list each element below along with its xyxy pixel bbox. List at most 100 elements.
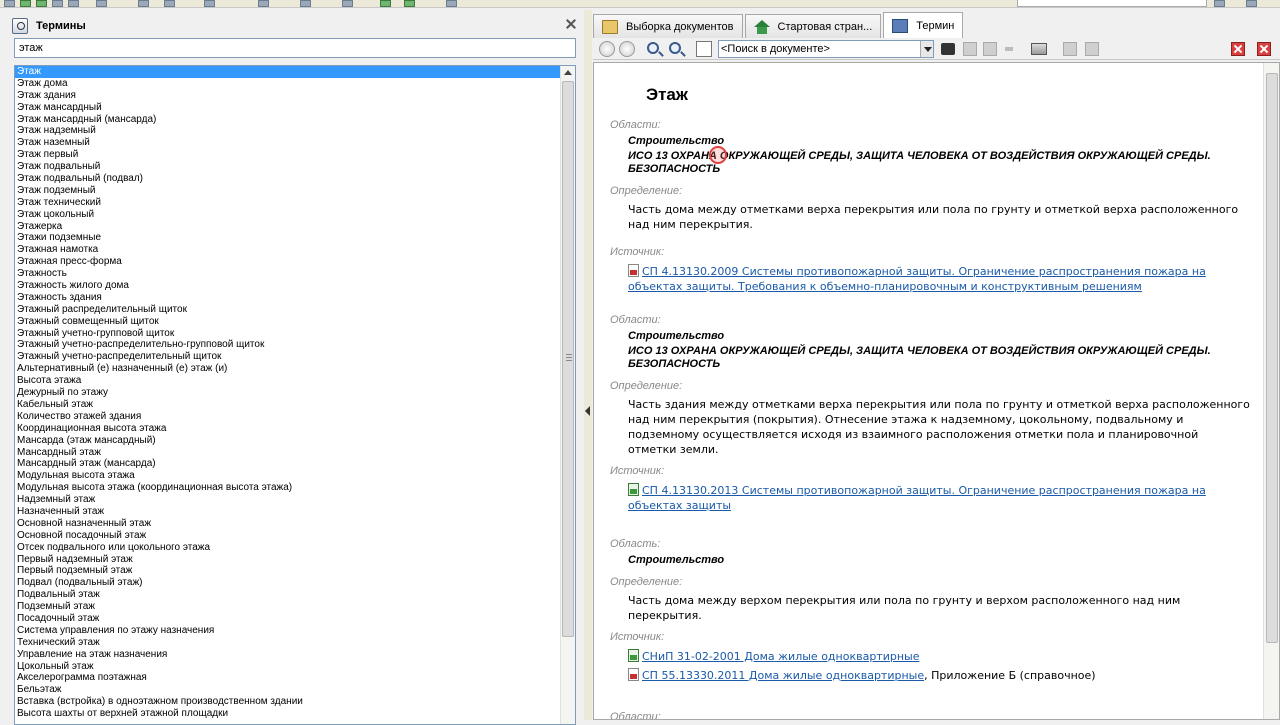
panel-splitter[interactable]	[584, 10, 592, 720]
term-list-item[interactable]: Этажность	[15, 268, 561, 280]
term-list-item[interactable]: Высота шахты от верхней этажной площадки	[15, 708, 561, 720]
toolbar-button[interactable]	[138, 0, 149, 7]
term-list-item[interactable]: Этаж наземный	[15, 137, 561, 149]
term-list-item[interactable]: Этаж здания	[15, 90, 561, 102]
source-link[interactable]: СНиП 31-02-2001 Дома жилые одноквартирны…	[642, 650, 919, 663]
term-list-item[interactable]: Система управления по этажу назначения	[15, 625, 561, 637]
term-list-item[interactable]: Этаж	[15, 66, 561, 78]
term-list-item[interactable]: Отсек подвального или цокольного этажа	[15, 542, 561, 554]
source-link[interactable]: СП 55.13330.2011 Дома жилые одноквартирн…	[642, 669, 924, 682]
term-list-item[interactable]: Бельэтаж	[15, 684, 561, 696]
close-document-icon[interactable]	[1231, 42, 1245, 56]
term-list-scrollbar[interactable]	[560, 66, 575, 724]
toolbar-button[interactable]	[342, 0, 353, 7]
term-list-item[interactable]: Модульная высота этажа (координационная …	[15, 482, 561, 494]
back-icon[interactable]	[599, 41, 615, 57]
binoculars-icon[interactable]	[941, 43, 955, 55]
toolbar-button[interactable]	[380, 0, 391, 7]
scroll-up-icon[interactable]	[564, 70, 572, 75]
term-list[interactable]: Этаж Этаж дома Этаж здания Этаж мансардный Э…	[14, 65, 576, 725]
term-list-item[interactable]: Этаж надземный	[15, 125, 561, 137]
toolbar-button[interactable]	[204, 0, 215, 7]
term-list-item[interactable]: Этаж подземный	[15, 185, 561, 197]
term-list-item[interactable]: Первый подземный этаж	[15, 565, 561, 577]
term-list-item[interactable]: Мансарда (этаж мансардный)	[15, 435, 561, 447]
tab-start-page[interactable]: Стартовая стран...	[744, 14, 882, 38]
term-list-item[interactable]: Этаж подвальный (подвал)	[15, 173, 561, 185]
term-list-item[interactable]: Этаж подвальный	[15, 161, 561, 173]
term-list-item[interactable]: Этажерка	[15, 221, 561, 233]
term-list-item[interactable]: Первый надземный этаж	[15, 554, 561, 566]
forward-icon[interactable]	[619, 41, 635, 57]
scroll-thumb[interactable]	[1266, 73, 1278, 643]
format-icon[interactable]	[1085, 42, 1099, 56]
term-list-item[interactable]: Высота этажа	[15, 375, 561, 387]
toolbar-button[interactable]	[1214, 0, 1225, 7]
term-list-item[interactable]: Этаж мансардный	[15, 102, 561, 114]
term-list-item[interactable]: Этажи подземные	[15, 232, 561, 244]
toolbar-button[interactable]	[36, 0, 47, 7]
toolbar-button[interactable]	[4, 0, 15, 7]
term-list-item[interactable]: Этаж цокольный	[15, 209, 561, 221]
term-list-item[interactable]: Этажная намотка	[15, 244, 561, 256]
tab-term[interactable]: Термин	[883, 12, 964, 38]
term-list-item[interactable]: Мансардный этаж (мансарда)	[15, 458, 561, 470]
term-list-item[interactable]: Этажный распределительный щиток	[15, 304, 561, 316]
term-list-item[interactable]: Этажный совмещенный щиток	[15, 316, 561, 328]
toolbar-button[interactable]	[96, 0, 107, 7]
term-list-item[interactable]: Этаж мансардный (мансарда)	[15, 114, 561, 126]
term-list-item[interactable]: Координационная высота этажа	[15, 423, 561, 435]
source-link[interactable]: СП 4.13130.2009 Системы противопожарной …	[628, 265, 1206, 293]
close-all-icon[interactable]	[1257, 42, 1271, 56]
term-list-item[interactable]: Управление на этаж назначения	[15, 649, 561, 661]
toolbar-button[interactable]	[52, 0, 63, 7]
toolbar-button[interactable]	[258, 0, 269, 7]
term-list-item[interactable]: Посадочный этаж	[15, 613, 561, 625]
term-list-item[interactable]: Акселерограмма поэтажная	[15, 672, 561, 684]
find-next-icon[interactable]	[983, 42, 997, 56]
term-list-item[interactable]: Альтернативный (е) назначенный (е) этаж …	[15, 363, 561, 375]
zoom-in-icon[interactable]	[647, 42, 659, 54]
source-link[interactable]: СП 4.13130.2013 Системы противопожарной …	[628, 484, 1206, 512]
term-list-item[interactable]: Этаж технический	[15, 197, 561, 209]
term-list-item[interactable]: Вставка (встройка) в одноэтажном произво…	[15, 696, 561, 708]
toolbar-button[interactable]	[1246, 0, 1257, 7]
chevron-down-icon[interactable]	[920, 41, 933, 57]
toolbar-button[interactable]	[404, 0, 415, 7]
page-icon[interactable]	[696, 41, 712, 57]
toolbar-button[interactable]	[20, 0, 31, 7]
term-list-item[interactable]: Подвальный этаж	[15, 589, 561, 601]
term-list-item[interactable]: Этажность жилого дома	[15, 280, 561, 292]
term-list-item[interactable]: Технический этаж	[15, 637, 561, 649]
close-icon[interactable]	[566, 19, 576, 29]
document-view[interactable]: Этаж Области: Строительство ИСО 13 ОХРАН…	[593, 62, 1280, 720]
term-list-item[interactable]: Этаж первый	[15, 149, 561, 161]
term-list-item[interactable]: Мансардный этаж	[15, 447, 561, 459]
term-list-item[interactable]: Основной посадочный этаж	[15, 530, 561, 542]
tab-document-selection[interactable]: Выборка документов	[593, 14, 743, 38]
collapse-arrow-icon[interactable]	[585, 406, 590, 416]
term-list-item[interactable]: Этажная пресс-форма	[15, 256, 561, 268]
term-list-item[interactable]: Кабельный этаж	[15, 399, 561, 411]
toolbar-button[interactable]	[68, 0, 79, 7]
term-list-item[interactable]: Модульная высота этажа	[15, 470, 561, 482]
term-list-item[interactable]: Количество этажей здания	[15, 411, 561, 423]
document-search-input[interactable]	[718, 40, 934, 58]
term-list-item[interactable]: Подземный этаж	[15, 601, 561, 613]
term-list-item[interactable]: Этажный учетно-групповой щиток	[15, 328, 561, 340]
toolbar-button[interactable]	[300, 0, 311, 7]
paragraph-icon[interactable]	[1063, 42, 1077, 56]
scroll-thumb[interactable]	[562, 81, 574, 637]
equals-icon[interactable]	[1005, 47, 1013, 51]
find-prev-icon[interactable]	[963, 42, 977, 56]
global-search-input[interactable]	[1017, 0, 1207, 7]
term-list-item[interactable]: Этажный учетно-распределительно-группово…	[15, 339, 561, 351]
term-list-item[interactable]: Надземный этаж	[15, 494, 561, 506]
toolbar-button[interactable]	[164, 0, 175, 7]
term-list-item[interactable]: Дежурный по этажу	[15, 387, 561, 399]
term-list-item[interactable]: Этажность здания	[15, 292, 561, 304]
term-search-input[interactable]	[14, 38, 576, 58]
print-icon[interactable]	[1031, 43, 1047, 55]
term-list-item[interactable]: Назначенный этаж	[15, 506, 561, 518]
term-list-item[interactable]: Этаж дома	[15, 78, 561, 90]
